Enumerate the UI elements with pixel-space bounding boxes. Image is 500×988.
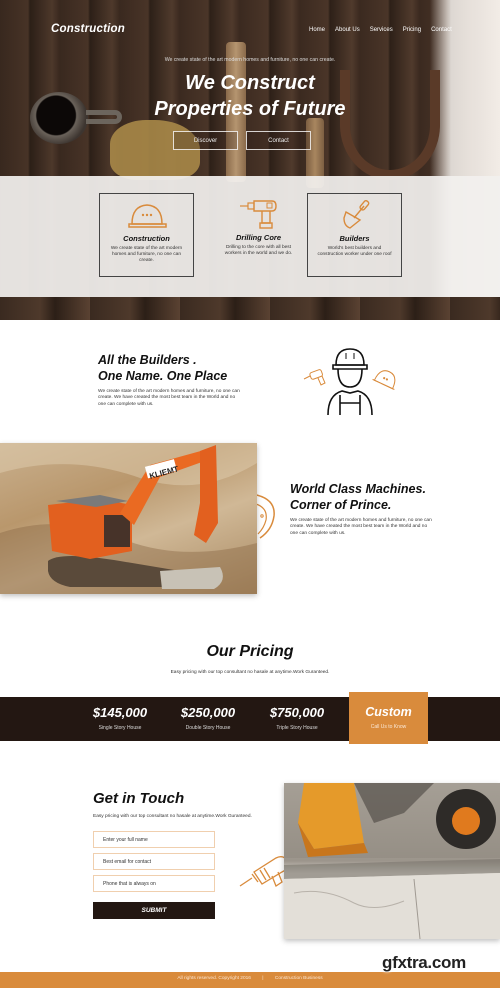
feature-title: Builders bbox=[339, 234, 370, 243]
pricing-plan-triple[interactable]: $750,000 Triple Story House bbox=[252, 705, 342, 731]
builders-heading-line2: One Name. One Place bbox=[98, 369, 228, 383]
footer-company[interactable]: Construction Business bbox=[275, 976, 323, 981]
feature-text: Drilling to the core with all best worke… bbox=[224, 245, 293, 256]
small-hard-hat-icon bbox=[372, 370, 396, 390]
machines-text: We create state of the art modern homes … bbox=[290, 518, 432, 536]
feature-title: Construction bbox=[123, 234, 170, 243]
builders-heading: All the Builders . One Name. One Place bbox=[98, 352, 227, 384]
watermark: gfxtra.com bbox=[382, 953, 466, 972]
pricing-plan-custom[interactable]: Custom Call Us to Know bbox=[349, 692, 428, 744]
plan-label: Call Us to Know bbox=[370, 724, 407, 730]
full-name-input[interactable] bbox=[93, 831, 215, 848]
contact-button[interactable]: Contact bbox=[246, 131, 311, 150]
feature-construction: Construction We create state of the art … bbox=[99, 193, 194, 277]
hero-tools-strip bbox=[0, 297, 500, 320]
footer-separator: | bbox=[262, 976, 264, 981]
machines-heading: World Class Machines. Corner of Prince. bbox=[290, 481, 426, 513]
drill-outline-icon bbox=[239, 856, 290, 887]
plan-price: Custom bbox=[365, 705, 412, 719]
feature-text: World's best builders and construction w… bbox=[317, 246, 392, 257]
hero-title-line2: Properties of Future bbox=[154, 98, 346, 120]
brand-logo[interactable]: Construction bbox=[51, 23, 125, 35]
machines-heading-line1: World Class Machines. bbox=[290, 482, 426, 496]
hero-title: We Construct Properties of Future bbox=[0, 70, 500, 122]
builders-heading-line1: All the Builders . bbox=[98, 353, 197, 367]
nav-pricing[interactable]: Pricing bbox=[403, 27, 421, 33]
pricing-plan-single[interactable]: $145,000 Single Story House bbox=[75, 705, 165, 731]
feature-builders: Builders World's best builders and const… bbox=[307, 193, 402, 277]
hard-hat-icon bbox=[127, 204, 167, 228]
nav-services[interactable]: Services bbox=[370, 27, 393, 33]
footer-text: All rights reserved. Copyright 2016 | Co… bbox=[0, 976, 500, 981]
plan-price: $750,000 bbox=[269, 705, 325, 720]
plan-price: $145,000 bbox=[92, 705, 148, 720]
contact-title: Get in Touch bbox=[93, 790, 185, 807]
builders-text: We create state of the art modern homes … bbox=[98, 389, 240, 407]
construction-worker-icon bbox=[303, 348, 396, 416]
pricing-plan-double[interactable]: $250,000 Double Story House bbox=[163, 705, 253, 731]
pricing-title: Our Pricing bbox=[206, 643, 294, 660]
phone-input[interactable] bbox=[93, 875, 215, 892]
plan-label: Single Story House bbox=[98, 725, 142, 731]
plan-label: Triple Story House bbox=[276, 725, 318, 731]
email-input[interactable] bbox=[93, 853, 215, 870]
excavator-image: KLIEMT bbox=[0, 443, 257, 594]
pricing-subtitle: Easy pricing with our top consultant no … bbox=[170, 670, 330, 675]
footer-copyright: All rights reserved. Copyright 2016 bbox=[177, 976, 251, 981]
plan-price: $250,000 bbox=[180, 705, 236, 720]
hero-subtitle: We create state of the art modern homes … bbox=[164, 57, 336, 63]
submit-button[interactable]: SUBMIT bbox=[93, 902, 215, 919]
contact-subtitle: Easy pricing with our top consultant no … bbox=[93, 814, 252, 819]
drill-icon bbox=[239, 200, 277, 229]
machines-heading-line2: Corner of Prince. bbox=[290, 498, 392, 512]
hero-title-line1: We Construct bbox=[185, 72, 315, 94]
nav-home[interactable]: Home bbox=[309, 27, 325, 33]
nav-about-us[interactable]: About Us bbox=[335, 27, 360, 33]
feature-title: Drilling Core bbox=[235, 233, 281, 242]
feature-text: We create state of the art modern homes … bbox=[110, 246, 183, 263]
plan-label: Double Story House bbox=[185, 725, 231, 731]
hero-glove-image bbox=[110, 120, 200, 180]
feature-drilling-core: Drilling Core Drilling to the core with … bbox=[211, 193, 306, 277]
trowel-icon bbox=[342, 200, 369, 229]
discover-button[interactable]: Discover bbox=[173, 131, 238, 150]
small-drill-icon bbox=[303, 369, 326, 386]
features-panel: Construction We create state of the art … bbox=[0, 176, 500, 297]
main-nav: Home About Us Services Pricing Contact bbox=[309, 27, 452, 33]
construction-site-image bbox=[284, 783, 500, 939]
nav-contact[interactable]: Contact bbox=[431, 27, 452, 33]
